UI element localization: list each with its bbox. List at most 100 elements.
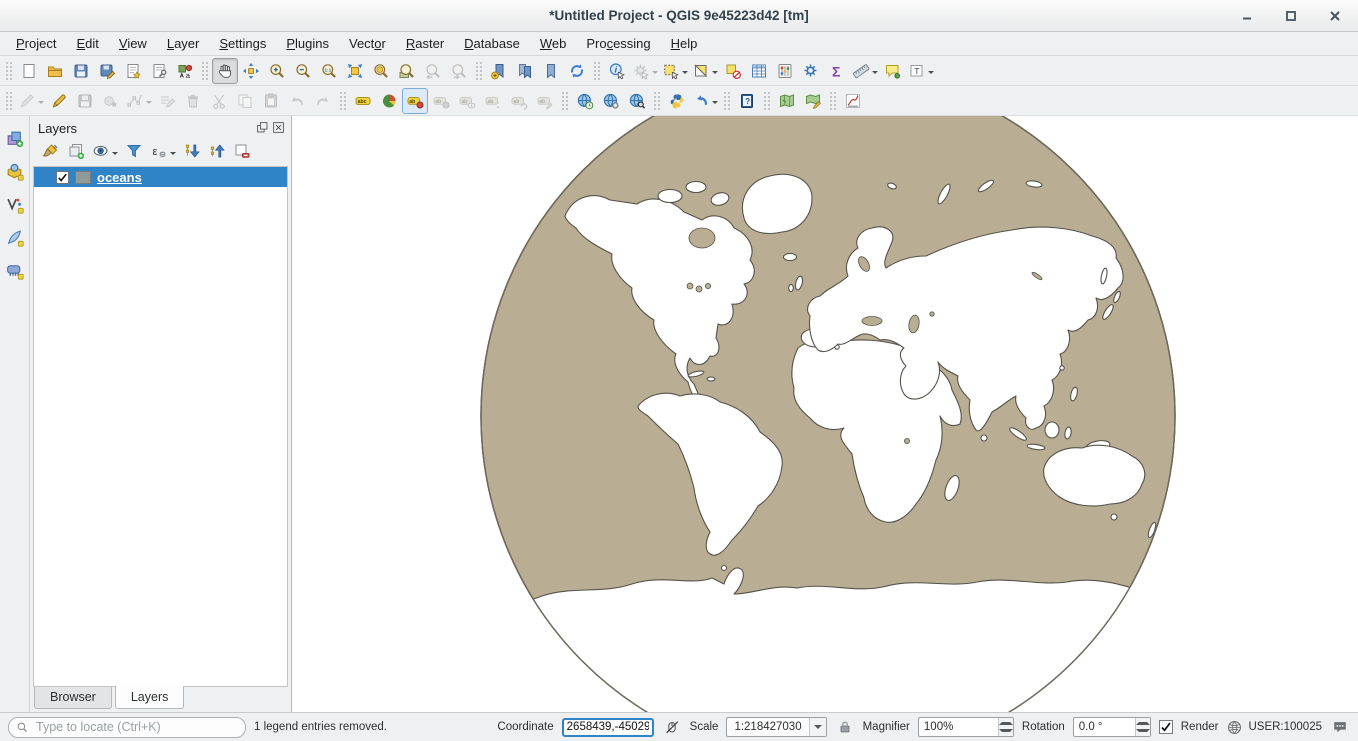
chevron-down-icon[interactable]: [112, 152, 118, 158]
panel-float-button[interactable]: [256, 121, 269, 137]
menu-settings[interactable]: Settings: [209, 33, 276, 54]
delete-selected-button[interactable]: [180, 88, 206, 114]
paste-features-button[interactable]: [258, 88, 284, 114]
chevron-down-icon[interactable]: [712, 71, 718, 77]
style-manager-button[interactable]: a: [172, 58, 198, 84]
plugin-globe-clock-button[interactable]: [572, 88, 598, 114]
rotation-spinbox[interactable]: 0.0 °: [1073, 717, 1151, 737]
data-source-manager-button[interactable]: [3, 126, 27, 150]
add-vector-layer-button[interactable]: [3, 192, 27, 216]
lock-scale-button[interactable]: [835, 717, 855, 737]
field-calculator-button[interactable]: [772, 58, 798, 84]
menu-help[interactable]: Help: [661, 33, 708, 54]
plugin-map-edit-button[interactable]: [800, 88, 826, 114]
run-feature-action-button[interactable]: [630, 58, 660, 84]
menu-edit[interactable]: Edit: [66, 33, 108, 54]
chevron-down-icon[interactable]: [928, 71, 934, 77]
zoom-out-button[interactable]: [290, 58, 316, 84]
chevron-down-icon[interactable]: [146, 101, 152, 107]
change-label-button[interactable]: ab: [532, 88, 558, 114]
deselect-features-button[interactable]: [720, 58, 746, 84]
add-geopackage-layer-button[interactable]: [3, 159, 27, 183]
plugin-globe-search-button[interactable]: [624, 88, 650, 114]
locator-input[interactable]: [34, 719, 238, 735]
scale-combo[interactable]: 1:218427030: [726, 717, 826, 737]
menu-plugins[interactable]: Plugins: [276, 33, 339, 54]
new-spatial-bookmark-button[interactable]: [486, 58, 512, 84]
layer-labeling-options-button[interactable]: abc: [350, 88, 376, 114]
magnifier-spinbox[interactable]: 100%: [918, 717, 1014, 737]
plugin-undo-redo-button[interactable]: [690, 88, 720, 114]
chevron-down-icon[interactable]: [38, 101, 44, 107]
map-tips-button[interactable]: [880, 58, 906, 84]
new-project-button[interactable]: [16, 58, 42, 84]
label-toolbar-grip[interactable]: [339, 91, 347, 111]
redo-button[interactable]: [310, 88, 336, 114]
help-contents-button[interactable]: ?: [734, 88, 760, 114]
filter-legend-button[interactable]: [123, 140, 145, 162]
undo-button[interactable]: [284, 88, 310, 114]
locator-box[interactable]: [8, 717, 246, 738]
select-features-button[interactable]: [660, 58, 690, 84]
add-spatialite-layer-button[interactable]: [3, 225, 27, 249]
chevron-down-icon[interactable]: [872, 71, 878, 77]
profile-toolbar-grip[interactable]: [829, 91, 837, 111]
select-features-by-value-button[interactable]: [690, 58, 720, 84]
highlight-pinned-labels-button[interactable]: ab: [402, 88, 428, 114]
measure-line-button[interactable]: [850, 58, 880, 84]
close-button[interactable]: [1328, 9, 1342, 23]
collapse-all-button[interactable]: [206, 140, 228, 162]
pin-unpin-labels-button[interactable]: ab: [428, 88, 454, 114]
modify-attributes-selected-button[interactable]: [154, 88, 180, 114]
plugin-profile-tool-button[interactable]: [840, 88, 866, 114]
statistical-summary-button[interactable]: Σ: [824, 58, 850, 84]
menu-raster[interactable]: Raster: [396, 33, 454, 54]
zoom-native-button[interactable]: 1:1: [316, 58, 342, 84]
add-feature-button[interactable]: [98, 88, 124, 114]
minimize-button[interactable]: [1240, 9, 1254, 23]
menu-vector[interactable]: Vector: [339, 33, 396, 54]
tab-layers[interactable]: Layers: [115, 686, 185, 709]
magnifier-down-button[interactable]: [999, 727, 1013, 736]
scale-dropdown-button[interactable]: [809, 718, 826, 736]
cut-features-button[interactable]: [206, 88, 232, 114]
pan-to-selection-button[interactable]: [238, 58, 264, 84]
toggle-extents-button[interactable]: [662, 717, 682, 737]
chevron-down-icon[interactable]: [652, 71, 658, 77]
maximize-button[interactable]: [1284, 9, 1298, 23]
menu-project[interactable]: Project: [6, 33, 66, 54]
show-spatial-bookmark-manager-button[interactable]: [512, 58, 538, 84]
remove-layer-group-button[interactable]: [231, 140, 253, 162]
zoom-last-button[interactable]: [420, 58, 446, 84]
rotation-up-button[interactable]: [1136, 718, 1150, 727]
menu-layer[interactable]: Layer: [157, 33, 210, 54]
help-toolbar-grip[interactable]: [723, 91, 731, 111]
toggle-editing-button[interactable]: [46, 88, 72, 114]
identify-features-button[interactable]: i: [604, 58, 630, 84]
manage-map-themes-button[interactable]: [90, 140, 120, 162]
text-annotation-button[interactable]: T: [906, 58, 936, 84]
open-attribute-table-button[interactable]: [746, 58, 772, 84]
project-toolbar-grip[interactable]: [5, 61, 13, 81]
open-project-button[interactable]: [42, 58, 68, 84]
copy-features-button[interactable]: [232, 88, 258, 114]
menu-database[interactable]: Database: [454, 33, 530, 54]
save-project-button[interactable]: [68, 58, 94, 84]
chevron-down-icon[interactable]: [712, 101, 718, 107]
layer-diagram-options-button[interactable]: [376, 88, 402, 114]
messages-button[interactable]: [1330, 717, 1350, 737]
plugins-toolbar-grip[interactable]: [653, 91, 661, 111]
zoom-in-button[interactable]: [264, 58, 290, 84]
add-group-button[interactable]: [65, 140, 87, 162]
show-hide-labels-button[interactable]: ab: [454, 88, 480, 114]
new-print-layout-button[interactable]: [120, 58, 146, 84]
map-plugins-toolbar-grip[interactable]: [763, 91, 771, 111]
menu-view[interactable]: View: [109, 33, 157, 54]
attributes-toolbar-grip[interactable]: [593, 61, 601, 81]
move-label-button[interactable]: ab: [480, 88, 506, 114]
menu-processing[interactable]: Processing: [576, 33, 660, 54]
coordinate-input[interactable]: [562, 718, 654, 737]
crs-button[interactable]: USER:100025: [1226, 719, 1322, 736]
open-layer-styling-panel-button[interactable]: [40, 140, 62, 162]
rotate-label-button[interactable]: ab: [506, 88, 532, 114]
